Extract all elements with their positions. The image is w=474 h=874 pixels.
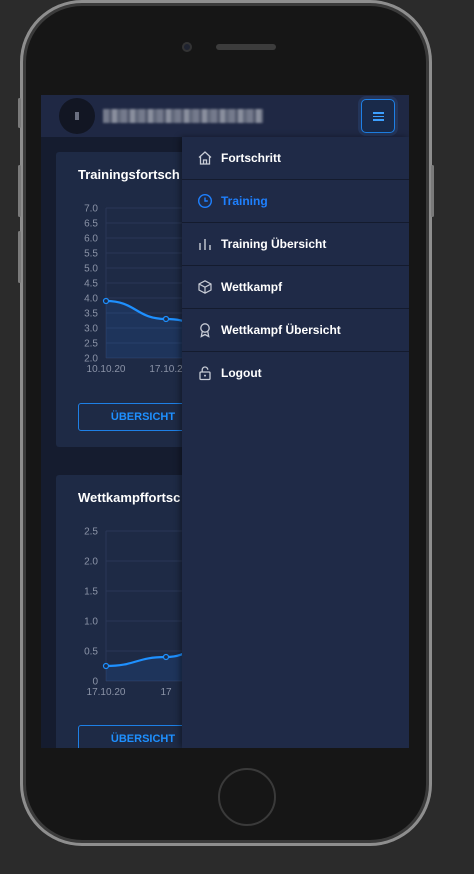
x-tick-label: 17.10.2 [149, 364, 183, 375]
home-icon [198, 151, 212, 165]
power-button [431, 165, 434, 217]
nav-item-fortschritt[interactable]: Fortschritt [182, 137, 409, 180]
avatar-glyph [75, 112, 79, 120]
nav-label: Logout [221, 366, 262, 380]
y-tick-label: 2.5 [84, 339, 98, 350]
navigation-drawer: Fortschritt Training Training Übersicht … [182, 137, 409, 748]
x-tick-label: 17 [160, 687, 172, 698]
volume-up-button [18, 165, 21, 217]
cube-icon [198, 280, 212, 294]
y-tick-label: 2.0 [84, 557, 98, 568]
y-tick-label: 2.0 [84, 354, 98, 365]
earpiece-speaker [216, 44, 276, 50]
y-tick-label: 3.0 [84, 324, 98, 335]
app-screen: Trainingsfortsch 7.0 6.5 6.0 5.5 5.0 4.5 4.0 3.… [41, 95, 409, 748]
top-navbar [41, 95, 409, 137]
y-tick-label: 5.0 [84, 264, 98, 275]
nav-label: Wettkampf Übersicht [221, 323, 341, 337]
nav-item-wettkampf[interactable]: Wettkampf [182, 266, 409, 309]
bar-chart-icon [199, 239, 211, 250]
home-button[interactable] [218, 768, 276, 826]
data-point [102, 662, 110, 670]
nav-label: Wettkampf [221, 280, 283, 294]
y-tick-label: 3.5 [84, 309, 98, 320]
nav-label: Training Übersicht [221, 237, 327, 251]
username-redacted [103, 109, 263, 123]
y-tick-label: 2.5 [84, 527, 98, 538]
menu-toggle-button[interactable] [361, 99, 395, 133]
y-tick-label: 1.0 [84, 617, 98, 628]
nav-label: Training [221, 194, 268, 208]
nav-item-logout[interactable]: Logout [182, 352, 409, 395]
y-tick-label: 4.5 [84, 279, 98, 290]
y-tick-label: 4.0 [84, 294, 98, 305]
data-point [162, 315, 170, 323]
y-tick-label: 0 [92, 677, 98, 688]
nav-item-wettkampf-uebersicht[interactable]: Wettkampf Übersicht [182, 309, 409, 352]
x-tick-label: 10.10.20 [87, 364, 126, 375]
y-tick-label: 5.5 [84, 249, 98, 260]
nav-item-training[interactable]: Training [182, 180, 409, 223]
award-icon [200, 323, 210, 338]
y-tick-label: 6.0 [84, 234, 98, 245]
data-point [162, 653, 170, 661]
nav-item-training-uebersicht[interactable]: Training Übersicht [182, 223, 409, 266]
y-tick-label: 1.5 [84, 587, 98, 598]
avatar[interactable] [59, 98, 95, 134]
mute-switch [18, 98, 21, 128]
lock-icon [199, 366, 211, 381]
front-camera [182, 42, 192, 52]
y-tick-label: 0.5 [84, 647, 98, 658]
y-tick-label: 7.0 [84, 204, 98, 215]
y-tick-label: 6.5 [84, 219, 98, 230]
x-tick-label: 17.10.20 [87, 687, 126, 698]
data-point [102, 297, 110, 305]
clock-icon [197, 193, 213, 209]
volume-down-button [18, 231, 21, 283]
nav-label: Fortschritt [221, 151, 281, 165]
